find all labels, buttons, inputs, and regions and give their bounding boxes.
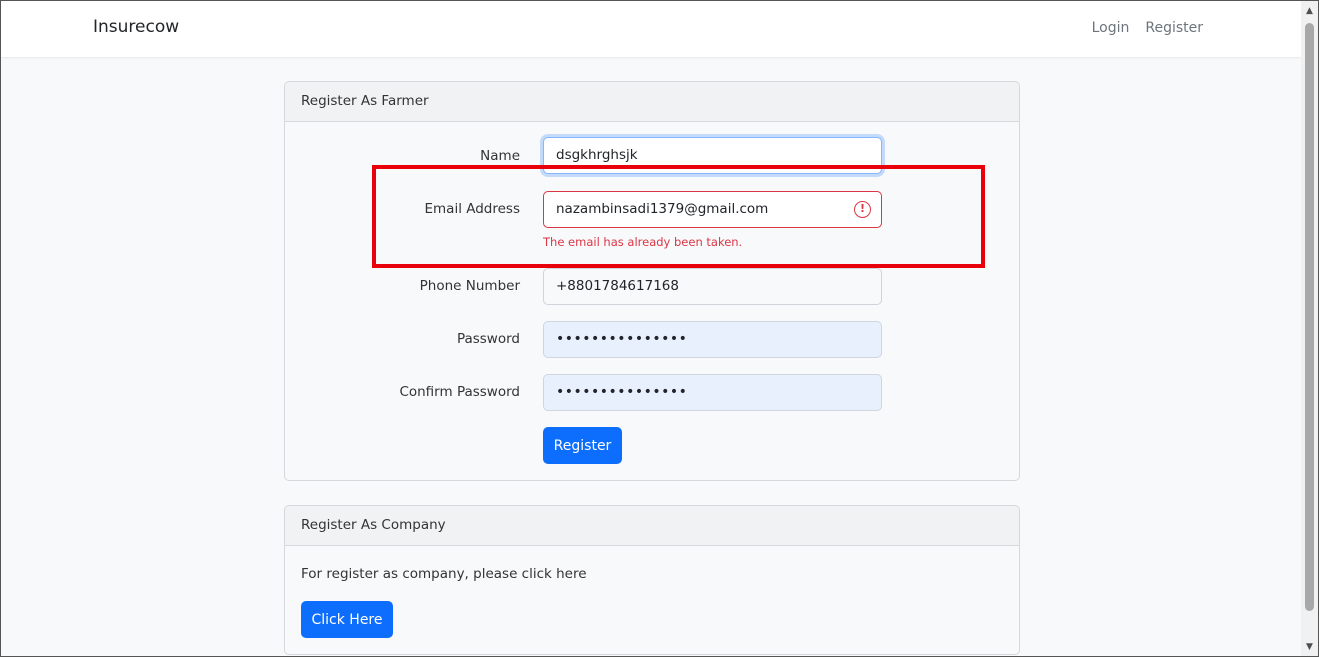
email-error-message: The email has already been taken. [543,235,743,249]
email-input-value: nazambinsadi1379@gmail.com [556,201,769,217]
company-register-card: Register As Company For register as comp… [284,505,1020,655]
email-label: Email Address [424,201,520,217]
scroll-down-arrow-icon[interactable]: ▼ [1301,639,1318,656]
password-label: Password [456,331,520,347]
page-scrollbar[interactable]: ▲ ▼ [1301,1,1318,656]
browser-window: Insurecow Login Register Register As Far… [0,0,1319,657]
phone-input[interactable]: +8801784617168 [543,268,882,305]
farmer-register-card: Register As Farmer Name dsgkhrghsjk Emai… [284,81,1020,481]
password-input[interactable]: ••••••••••••••• [543,321,882,358]
nav-links: Login Register [1092,20,1203,36]
register-submit-button[interactable]: Register [543,427,622,464]
nav-login-link[interactable]: Login [1092,20,1130,36]
name-input[interactable]: dsgkhrghsjk [543,137,882,174]
company-click-here-button[interactable]: Click Here [301,601,393,638]
confirm-password-label: Confirm Password [399,384,520,400]
navbar: Insurecow Login Register [1,1,1303,57]
scroll-up-arrow-icon[interactable]: ▲ [1301,3,1318,20]
name-label: Name [480,148,520,164]
exclamation-circle-icon: ! [854,201,871,218]
brand-logo[interactable]: Insurecow [93,17,179,37]
email-input[interactable]: nazambinsadi1379@gmail.com ! [543,191,882,228]
company-card-header: Register As Company [285,506,1019,546]
nav-register-link[interactable]: Register [1145,20,1203,36]
scrollbar-thumb[interactable] [1305,23,1314,611]
farmer-card-header: Register As Farmer [285,82,1019,122]
phone-label: Phone Number [419,278,520,294]
confirm-password-input[interactable]: ••••••••••••••• [543,374,882,411]
company-register-text: For register as company, please click he… [301,566,587,582]
